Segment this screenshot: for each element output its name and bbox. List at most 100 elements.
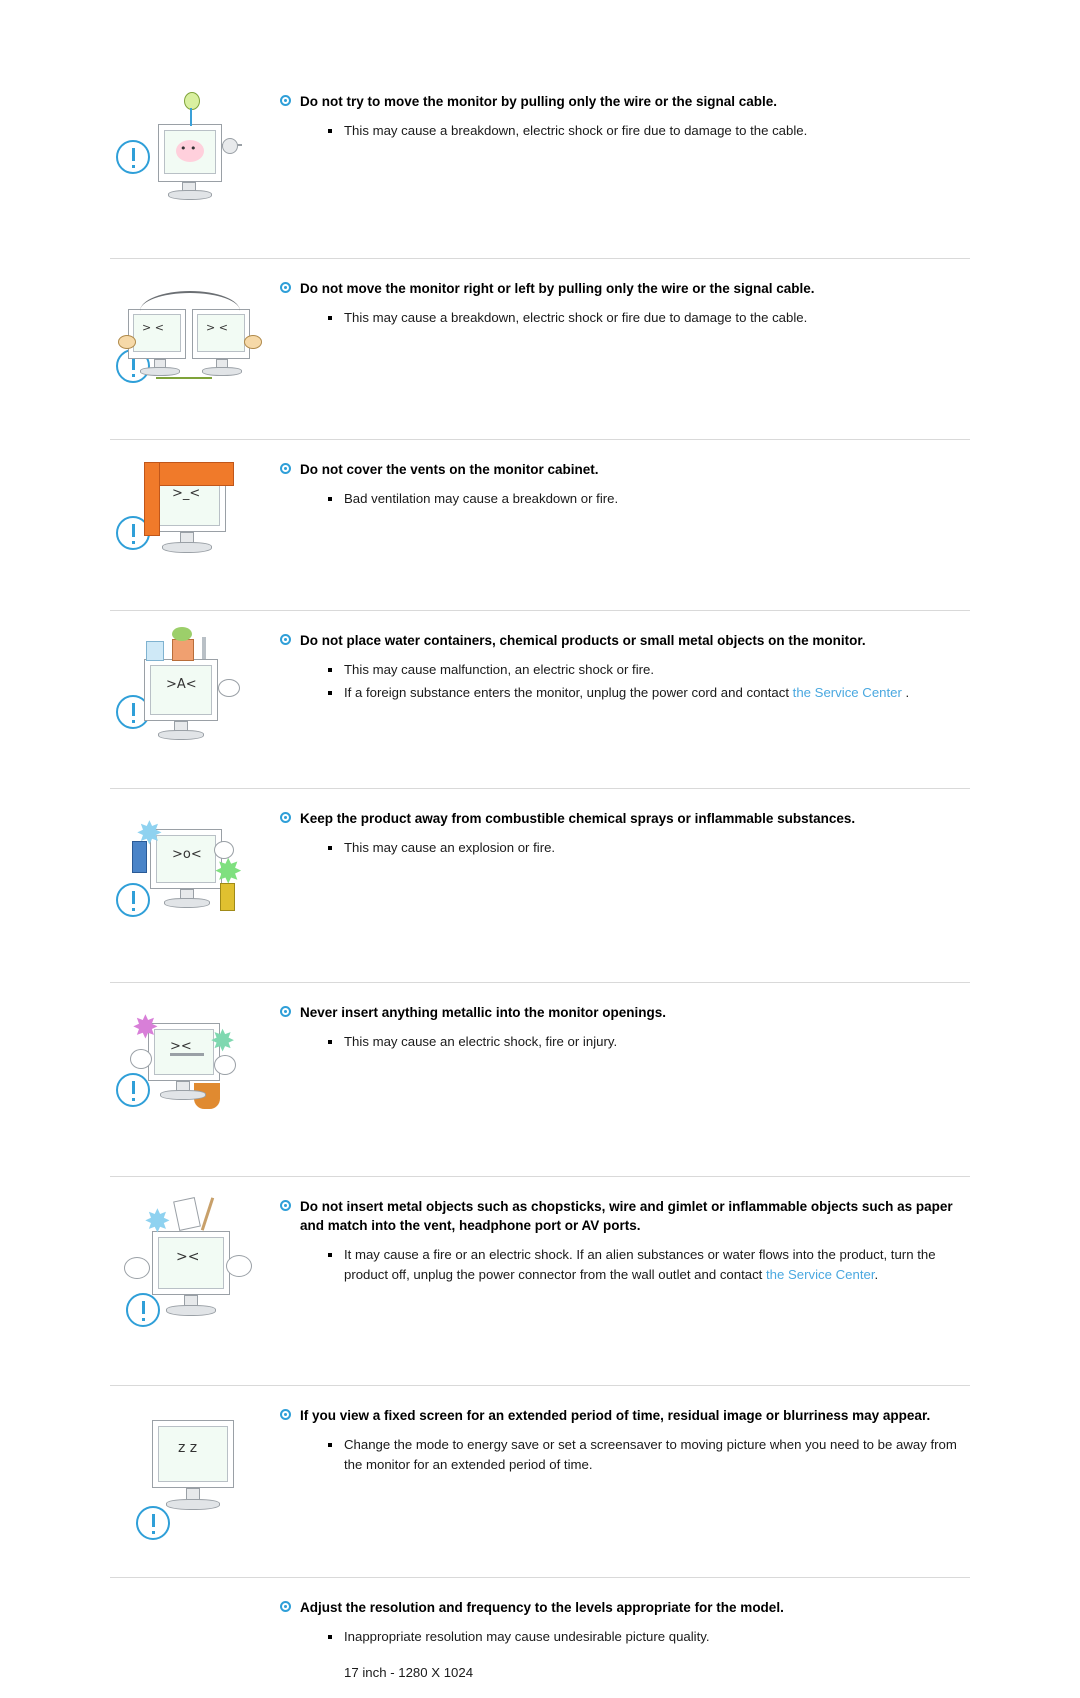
text-block: If you view a fixed screen for an extend…: [280, 1400, 970, 1477]
text-block: Do not move the monitor right or left by…: [280, 273, 970, 331]
section-heading: Do not move the monitor right or left by…: [280, 273, 970, 298]
character-head: [184, 92, 200, 110]
cable-line: [156, 377, 212, 379]
exclamation-circle-icon: [136, 1506, 170, 1540]
monitor-base: [160, 1090, 206, 1100]
illustration-combustible-sprays: >o< ✸ ✸: [110, 803, 280, 948]
service-center-link[interactable]: the Service Center: [793, 685, 902, 700]
resolution-note: 17 inch - 1280 X 1024: [344, 1664, 474, 1680]
ring-bullet-icon: [280, 1006, 291, 1017]
ring-bullet-icon: [280, 463, 291, 474]
monitor-base: [166, 1499, 220, 1510]
water-cup: [146, 641, 164, 661]
chopstick: [200, 1197, 215, 1231]
section-cover-vents: >_< Do not cover the vents on the monito…: [0, 440, 1080, 584]
section-metal-objects-vent: >< ✸ Do not insert metal objects such as…: [0, 1177, 1080, 1361]
metal-object: [202, 637, 206, 659]
manual-page: • • Do not try to move the monitor by pu…: [0, 0, 1080, 1698]
ring-bullet-icon: [280, 1601, 291, 1612]
heading-text: Do not insert metal objects such as chop…: [300, 1199, 953, 1233]
screen-face-right: > <: [206, 321, 228, 334]
section-heading: Do not try to move the monitor by pullin…: [280, 86, 970, 111]
ring-bullet-icon: [280, 812, 291, 823]
monitor-base: [166, 1305, 216, 1316]
monitor-base: [168, 190, 212, 200]
item-list: It may cause a fire or an electric shock…: [280, 1245, 970, 1284]
heading-text: Do not cover the vents on the monitor ca…: [300, 462, 599, 477]
metal-rod: [170, 1053, 204, 1056]
list-item: This may cause an explosion or fire.: [326, 838, 970, 858]
ring-bullet-icon: [280, 1409, 291, 1420]
item-list: Bad ventilation may cause a breakdown or…: [280, 489, 970, 509]
text-block: Adjust the resolution and frequency to t…: [280, 1592, 970, 1682]
list-item: This may cause a breakdown, electric sho…: [326, 308, 970, 328]
item-list: This may cause a breakdown, electric sho…: [280, 121, 970, 141]
item-list: This may cause an explosion or fire.: [280, 838, 970, 858]
spark-burst-left: ✸: [132, 1008, 159, 1046]
screen-face-left: > <: [142, 321, 164, 334]
hand-left: [118, 335, 136, 349]
screen-face: ><: [170, 1039, 192, 1054]
monitor-base: [164, 898, 210, 908]
screen-face: >o<: [172, 847, 202, 862]
ring-bullet-icon: [280, 634, 291, 645]
text-block: Do not insert metal objects such as chop…: [280, 1191, 970, 1287]
section-heading: Adjust the resolution and frequency to t…: [280, 1592, 970, 1617]
spark-burst: ✸: [144, 1202, 171, 1240]
hand-right: [214, 1055, 236, 1075]
hand-left: [124, 1257, 150, 1279]
exclamation-circle-icon: [116, 140, 150, 174]
list-item: This may cause an electric shock, fire o…: [326, 1032, 970, 1052]
section-heading: Keep the product away from combustible c…: [280, 803, 970, 828]
exclamation-circle-icon: [116, 883, 150, 917]
monitor-base-2: [202, 367, 242, 376]
monitor-base: [158, 730, 204, 740]
section-metallic-openings: >< ✸ ✸ Never insert anything metallic in…: [0, 983, 1080, 1142]
item-list: This may cause an electric shock, fire o…: [280, 1032, 970, 1052]
illustration-move-right-left: > < > <: [110, 273, 280, 413]
text-block: Never insert anything metallic into the …: [280, 997, 970, 1055]
plant-pot: [172, 639, 194, 661]
ring-bullet-icon: [280, 282, 291, 293]
hand-right: [244, 335, 262, 349]
heading-text: Never insert anything metallic into the …: [300, 1005, 667, 1020]
screen-face: ><: [176, 1249, 200, 1265]
list-item-with-link: If a foreign substance enters the monito…: [326, 683, 970, 703]
paper-sheet: [173, 1197, 201, 1231]
section-heading: Never insert anything metallic into the …: [280, 997, 970, 1022]
section-water-containers: >A< Do not place water containers, chemi…: [0, 611, 1080, 770]
item-text-post: .: [874, 1266, 879, 1282]
spray-can-2: [220, 883, 235, 911]
hand-right: [226, 1255, 252, 1277]
plant-leaves: [172, 627, 192, 641]
item-list: This may cause malfunction, an electric …: [280, 660, 970, 702]
heading-text: Do not move the monitor right or left by…: [300, 281, 815, 296]
hand: [214, 841, 234, 859]
list-item: Bad ventilation may cause a breakdown or…: [326, 489, 970, 509]
monitor-base: [162, 542, 212, 553]
hand: [218, 679, 240, 697]
service-center-link[interactable]: the Service Center: [766, 1267, 875, 1282]
section-heading: Do not place water containers, chemical …: [280, 625, 970, 650]
list-item: This may cause malfunction, an electric …: [326, 660, 970, 680]
illustration-move-by-cable: • •: [110, 86, 280, 226]
illustration-placeholder: [110, 1592, 280, 1692]
item-list: This may cause a breakdown, electric sho…: [280, 308, 970, 328]
text-block: Do not cover the vents on the monitor ca…: [280, 454, 970, 512]
list-item-with-link: It may cause a fire or an electric shock…: [326, 1245, 970, 1284]
heading-text: If you view a fixed screen for an extend…: [300, 1408, 931, 1423]
heading-text: Do not place water containers, chemical …: [300, 633, 866, 648]
screen-face: z z: [178, 1440, 198, 1456]
section-move-right-left: > < > < Do not move the monitor right or…: [0, 259, 1080, 413]
section-heading: If you view a fixed screen for an extend…: [280, 1400, 970, 1425]
cable-line: [190, 108, 192, 126]
text-block: Do not place water containers, chemical …: [280, 625, 970, 705]
list-item: Inappropriate resolution may cause undes…: [326, 1627, 970, 1647]
ring-bullet-icon: [280, 1200, 291, 1211]
section-heading: Do not insert metal objects such as chop…: [280, 1191, 970, 1235]
item-text-post: .: [901, 684, 910, 700]
item-text-pre: If a foreign substance enters the monito…: [344, 684, 793, 700]
text-block: Keep the product away from combustible c…: [280, 803, 970, 861]
illustration-fixed-screen: z z: [110, 1400, 280, 1555]
list-item: Change the mode to energy save or set a …: [326, 1435, 970, 1474]
